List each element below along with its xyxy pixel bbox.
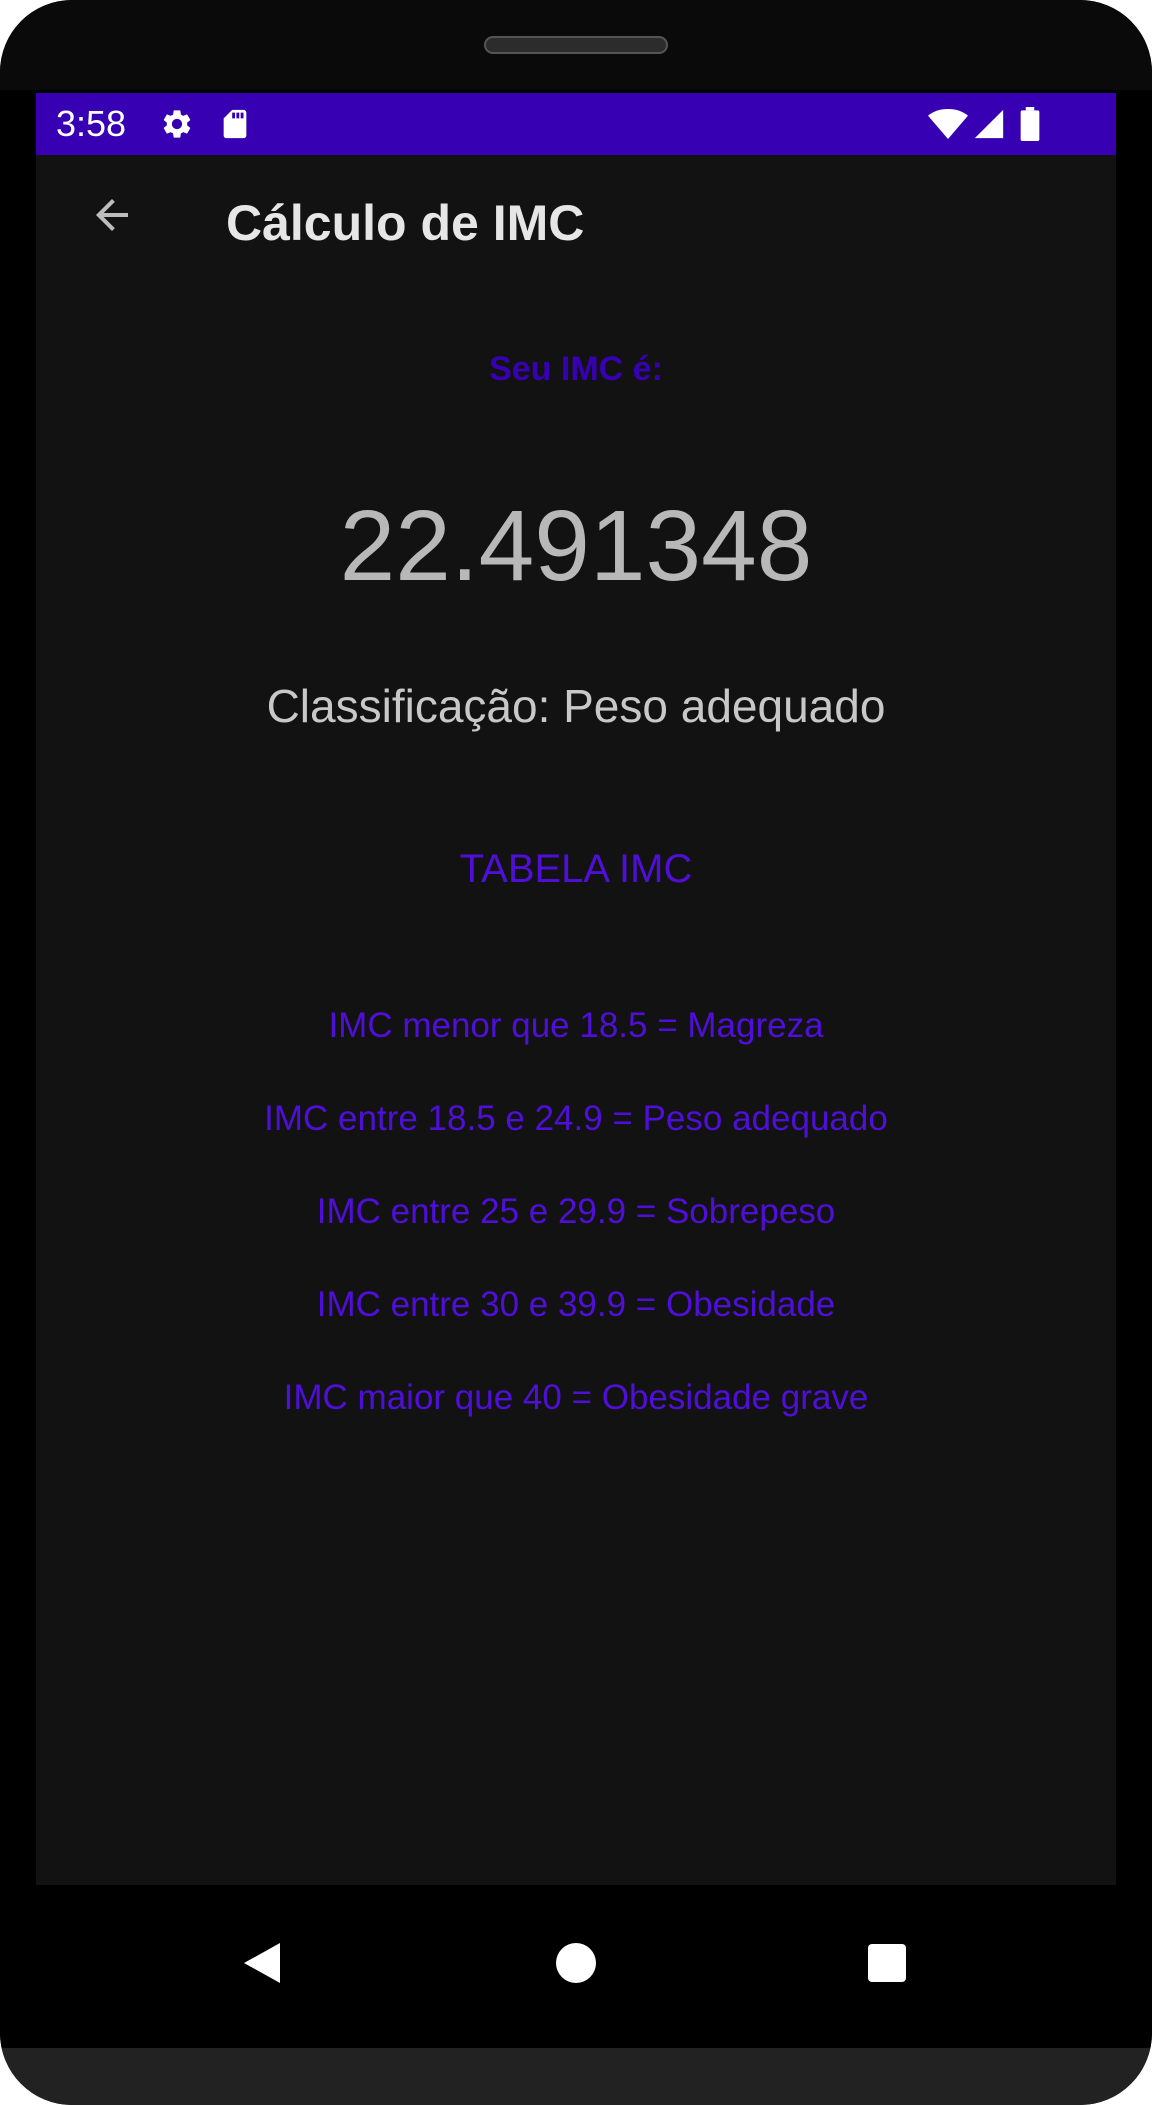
imc-value: 22.491348 [339, 490, 813, 602]
back-triangle-icon [240, 1939, 284, 1992]
gear-icon [160, 107, 194, 141]
nav-back-button[interactable] [230, 1933, 294, 1997]
device-bottom-bezel [0, 2048, 1152, 2105]
recents-square-icon [866, 1942, 908, 1989]
system-nav-bar [0, 1885, 1152, 2048]
imc-table-row: IMC entre 18.5 e 24.9 = Peso adequado [264, 1099, 888, 1138]
imc-result-label: Seu IMC é: [489, 350, 663, 388]
sd-card-icon [218, 107, 252, 141]
app-screen: 3:58 Cálculo de IMC Seu IMC é: 22.491348… [36, 93, 1116, 1885]
imc-table-row: IMC menor que 18.5 = Magreza [328, 1006, 824, 1045]
page-title: Cálculo de IMC [226, 195, 585, 251]
imc-classification: Classificação: Peso adequado [266, 680, 886, 732]
back-button[interactable] [80, 185, 144, 249]
device-frame: 3:58 Cálculo de IMC Seu IMC é: 22.491348… [0, 0, 1152, 2105]
imc-table-row: IMC entre 25 e 29.9 = Sobrepeso [316, 1192, 836, 1231]
home-circle-icon [554, 1941, 598, 1990]
cell-signal-icon [972, 107, 1006, 141]
battery-icon [1018, 107, 1042, 141]
arrow-back-icon [88, 191, 136, 244]
nav-recents-button[interactable] [855, 1933, 919, 1997]
wifi-icon [928, 107, 968, 141]
imc-table-row: IMC maior que 40 = Obesidade grave [283, 1378, 869, 1417]
app-bar: Cálculo de IMC [36, 155, 1116, 305]
imc-table-title: TABELA IMC [459, 847, 693, 891]
nav-home-button[interactable] [544, 1933, 608, 1997]
imc-table-row: IMC entre 30 e 39.9 = Obesidade [316, 1285, 836, 1324]
earpiece-speaker [484, 36, 668, 54]
status-time: 3:58 [56, 103, 127, 144]
status-bar: 3:58 [36, 93, 1116, 155]
